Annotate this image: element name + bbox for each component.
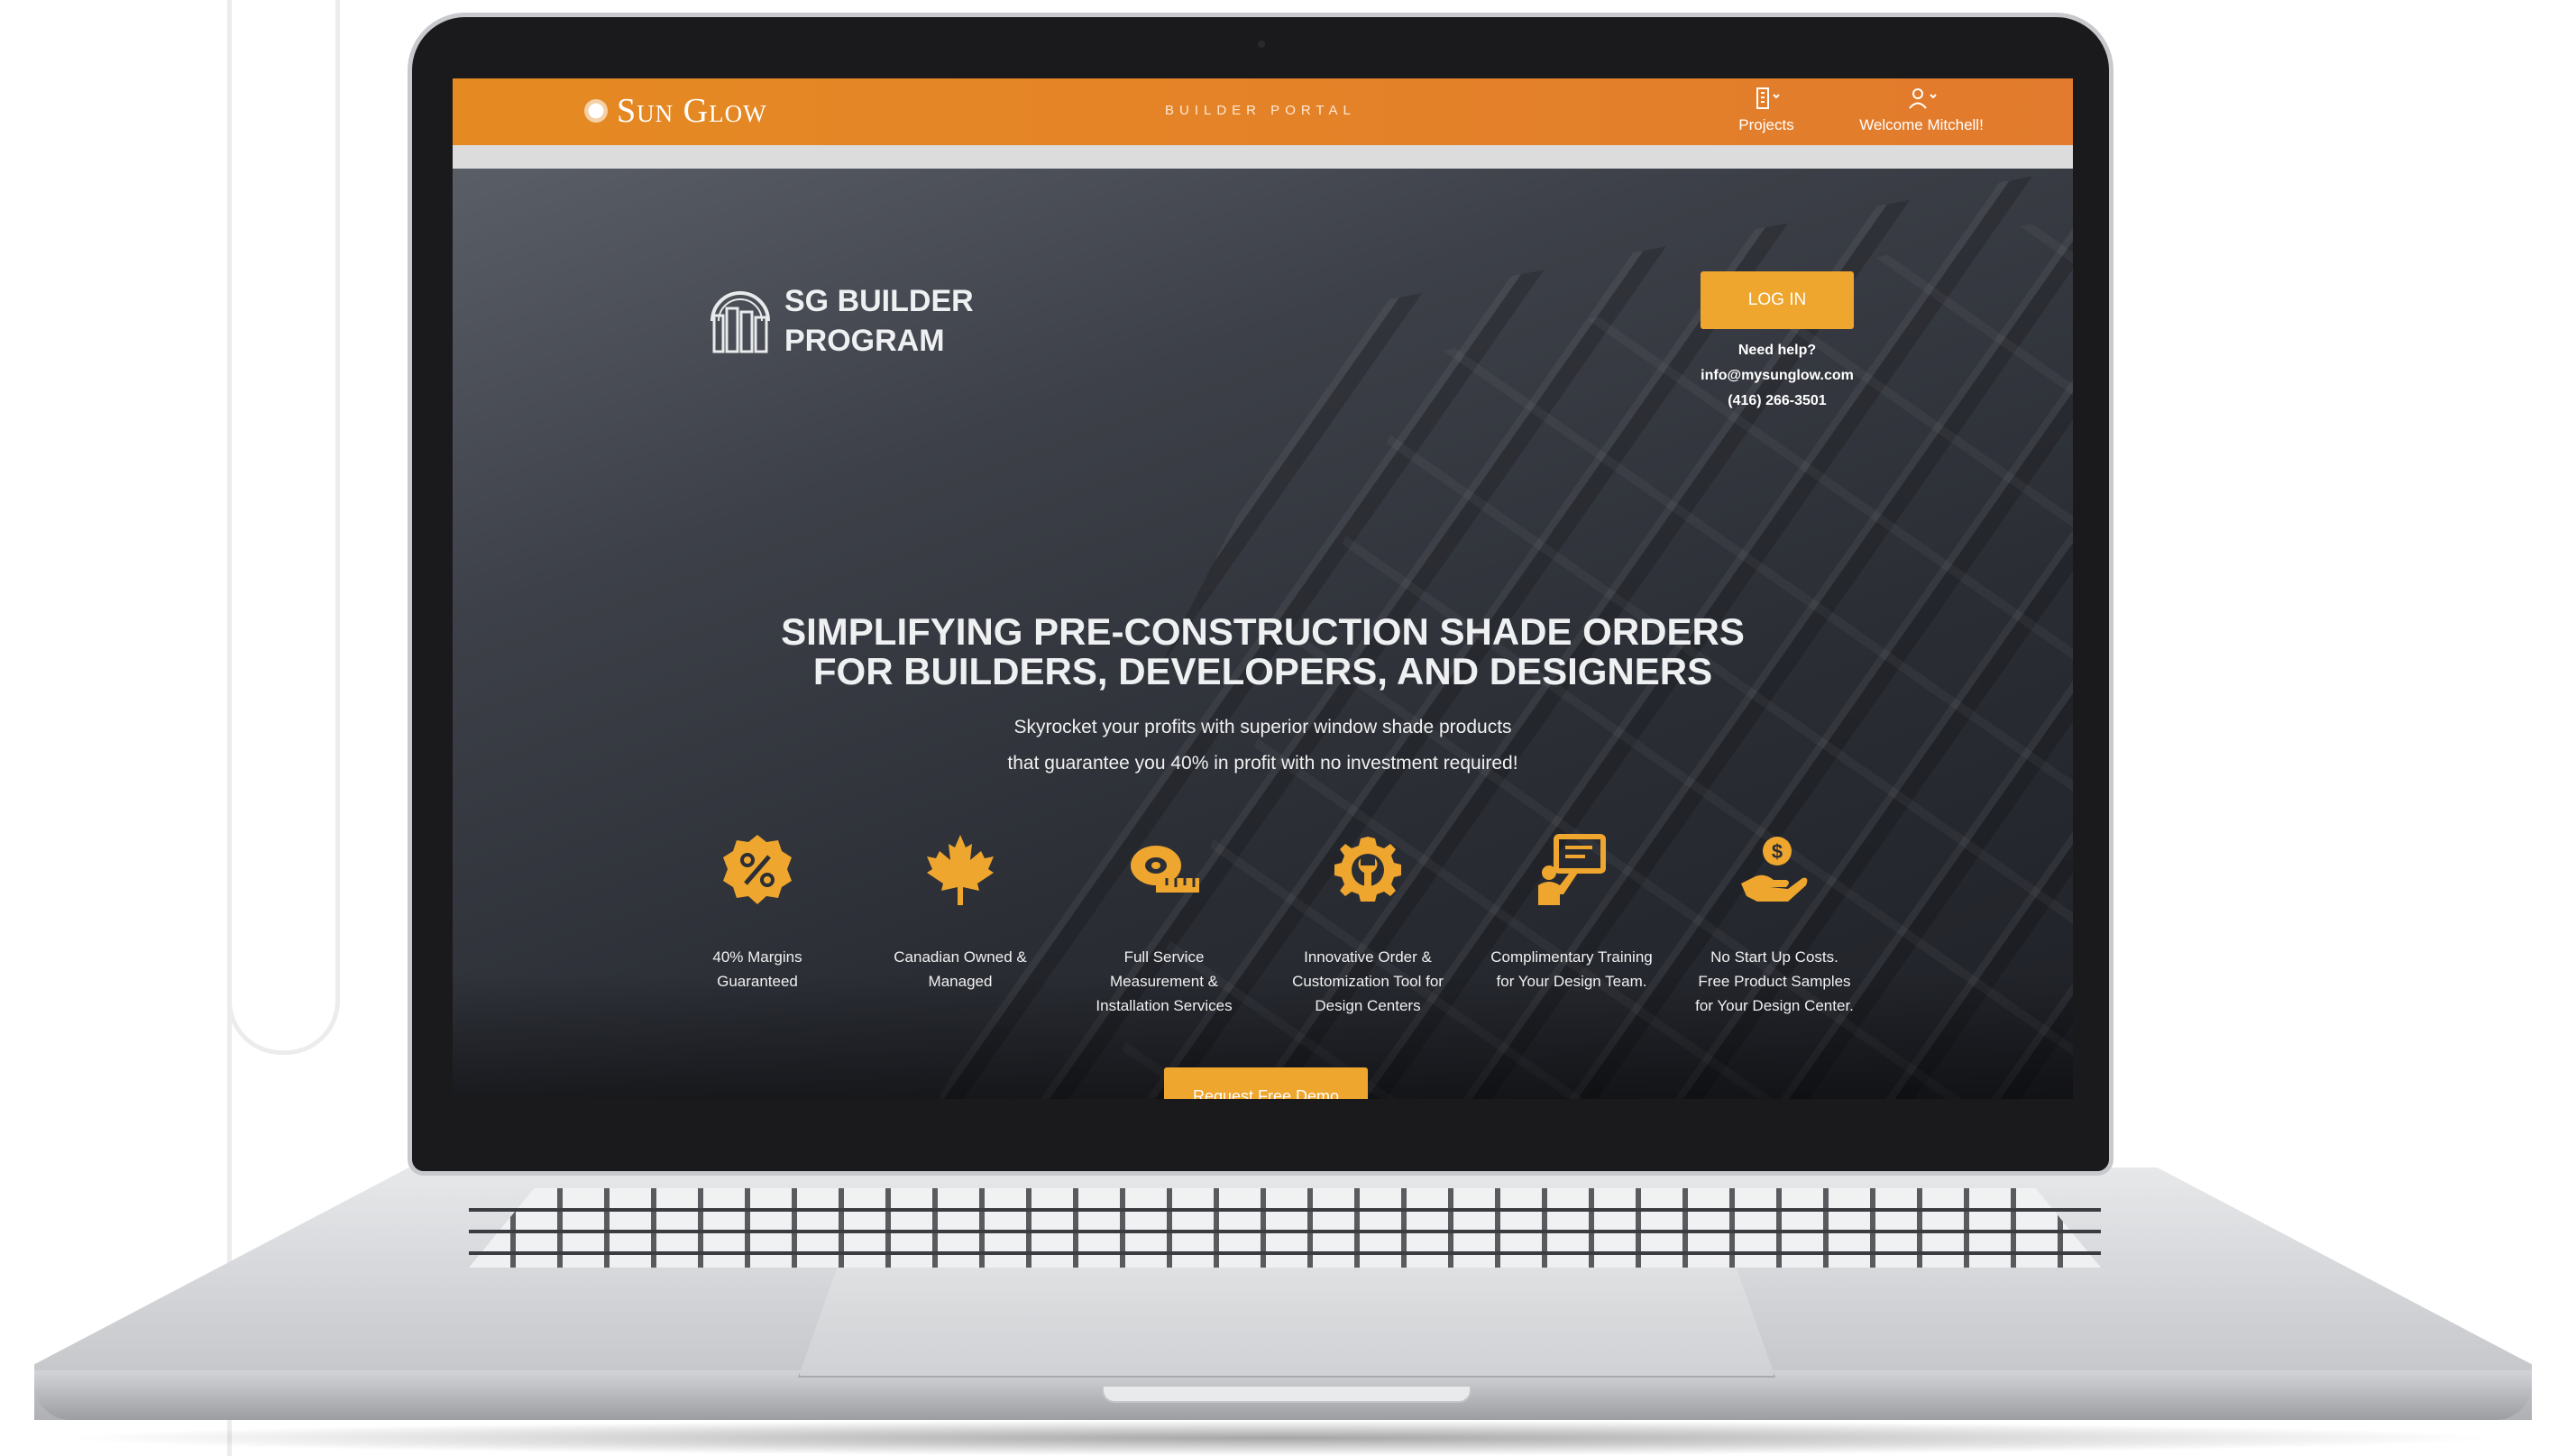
feature-no-costs-line3: for Your Design Center. (1695, 997, 1854, 1014)
building-sun-icon (711, 291, 770, 353)
login-button[interactable]: LOG IN (1701, 271, 1854, 329)
sun-icon (584, 99, 608, 123)
maple-leaf-icon (927, 835, 994, 905)
program-title-line1: SG BUILDER (784, 284, 974, 318)
feature-margins: 40% Margins Guaranteed (663, 831, 852, 994)
user-menu[interactable]: Welcome Mitchell! (1836, 86, 2007, 134)
camera (1258, 41, 1265, 48)
feature-margins-line2: Guaranteed (717, 973, 798, 990)
feature-canadian-line2: Managed (928, 973, 993, 990)
feature-training-line2: for Your Design Team. (1496, 973, 1647, 990)
subtext-line1: Skyrocket your profits with superior win… (1013, 717, 1512, 737)
feature-order-tool-line2: Customization Tool for (1292, 973, 1444, 990)
percent-badge-icon (723, 835, 792, 904)
feature-service-line2: Measurement & (1110, 973, 1218, 990)
user-icon (1909, 88, 1937, 109)
feature-service-line3: Installation Services (1096, 997, 1233, 1014)
feature-order-tool-line1: Innovative Order & (1304, 948, 1432, 966)
feature-margins-line1: 40% Margins (712, 948, 802, 966)
feature-canadian: Canadian Owned & Managed (866, 831, 1055, 994)
feature-service: Full Service Measurement & Installation … (1069, 831, 1259, 1018)
trackpad (798, 1268, 1775, 1378)
svg-text:$: $ (1772, 840, 1783, 863)
laptop-notch (1102, 1387, 1472, 1403)
projects-menu[interactable]: Projects (1717, 86, 1816, 134)
hero-section: SG BUILDER PROGRAM LOG IN Need help? inf… (453, 169, 2073, 1099)
feature-training-line1: Complimentary Training (1490, 948, 1653, 966)
tape-measure-icon (1131, 846, 1199, 893)
training-board-icon (1538, 834, 1606, 905)
sg-builder-program-logo: SG BUILDER PROGRAM (709, 281, 974, 361)
feature-order-tool: Innovative Order & Customization Tool fo… (1273, 831, 1462, 1018)
welcome-label: Welcome Mitchell! (1859, 116, 1984, 133)
projects-label: Projects (1738, 116, 1794, 133)
help-title: Need help? (1737, 343, 1817, 358)
background-loop (227, 0, 340, 1055)
request-demo-button[interactable]: Request Free Demo (1164, 1067, 1368, 1099)
headline-line2: FOR BUILDERS, DEVELOPERS, AND DESIGNERS (812, 650, 1713, 692)
keyboard-row (469, 1208, 2101, 1212)
keyboard (469, 1188, 2101, 1268)
feature-order-tool-line3: Design Centers (1315, 997, 1421, 1014)
feature-no-costs-line2: Free Product Samples (1698, 973, 1851, 990)
feature-training: Complimentary Training for Your Design T… (1477, 831, 1666, 994)
help-email-link[interactable]: info@mysunglow.com (1661, 363, 1893, 389)
feature-no-costs: $ No Start Up Costs. Free Product Sample… (1680, 831, 1869, 1018)
headline-line1: SIMPLIFYING PRE-CONSTRUCTION SHADE ORDER… (781, 610, 1745, 653)
brand-name: Sun Glow (617, 92, 767, 130)
help-contact: Need help? info@mysunglow.com (416) 266-… (1661, 338, 1893, 414)
keyboard-row (469, 1251, 2101, 1255)
laptop-shadow (54, 1420, 2507, 1456)
building-icon (1756, 87, 1780, 109)
help-phone-link[interactable]: (416) 266-3501 (1661, 389, 1893, 414)
subtext-line2: that guarantee you 40% in profit with no… (1007, 753, 1518, 774)
top-navigation-bar: Sun Glow BUILDER PORTAL Projects Welcome… (453, 78, 2073, 145)
hero-subtext: Skyrocket your profits with superior win… (723, 710, 1802, 782)
gear-wrench-icon (1334, 837, 1401, 902)
brand-logo[interactable]: Sun Glow (584, 91, 767, 131)
feature-no-costs-line1: No Start Up Costs. (1710, 948, 1838, 966)
sub-bar (453, 145, 2073, 169)
laptop-screen: Sun Glow BUILDER PORTAL Projects Welcome… (453, 78, 2073, 1099)
portal-title: BUILDER PORTAL (1165, 103, 1356, 118)
keyboard-row (469, 1230, 2101, 1233)
hero-headline: SIMPLIFYING PRE-CONSTRUCTION SHADE ORDER… (633, 612, 1893, 691)
program-title-line2: PROGRAM (784, 324, 945, 358)
feature-canadian-line1: Canadian Owned & (894, 948, 1027, 966)
feature-service-line1: Full Service (1123, 948, 1205, 966)
hand-coin-icon: $ (1741, 837, 1808, 902)
